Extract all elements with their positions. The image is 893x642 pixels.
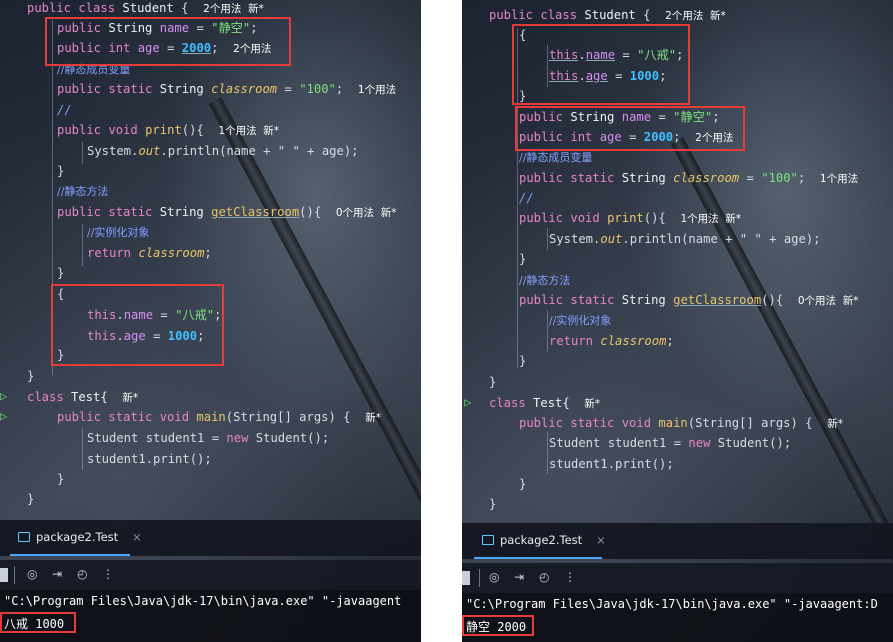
run-gutter-icon[interactable]: ▷ [0,409,7,423]
code-line: public class Student { 2个用法 新* [489,8,726,22]
code-line: public static String classroom = "100"; … [519,171,859,185]
code-line: public static String classroom = "100"; … [57,82,397,96]
code-line: //静态方法 [57,185,109,198]
code-line: System.out.println(name + " " + age); [87,144,359,158]
code-line: } [519,477,527,491]
usage-hint: 新* [365,412,381,424]
code-line: public static String getClassroom(){ 0个用… [519,293,859,307]
code-line: // [519,191,534,205]
console-toolbar: ◎ ⇥ ◴ ⋮ [462,563,893,593]
highlight-box-init-block [512,24,690,105]
more-icon[interactable]: ⋮ [102,567,114,581]
usage-hint: 1个用法 [819,173,859,185]
active-tab-indicator [474,557,602,559]
run-gutter-icon[interactable]: ▷ [0,389,7,403]
code-line: public void print(){ 1个用法 新* [57,123,280,137]
usage-hint: 2个用法 新* [203,3,264,15]
background-blade [208,97,421,563]
console-icon [482,535,494,545]
highlight-box-init-block [51,284,224,366]
code-line: System.out.println(name + " " + age); [549,232,821,246]
highlight-box-output [462,615,534,636]
code-line: public static void main(String[] args) {… [519,416,843,430]
indent-guide [547,432,548,474]
indent-guide [547,228,548,250]
tab-package2-test[interactable]: package2.Test × [18,530,142,544]
inspect-icon[interactable]: ◴ [77,567,87,581]
console-icon [18,532,30,542]
code-line: } [57,164,65,178]
camera-icon[interactable]: ◎ [489,570,499,584]
highlight-box-output [0,612,76,633]
code-line: student1.print(); [549,457,674,471]
code-line: public static void main(String[] args) {… [57,410,381,424]
stop-icon[interactable] [0,568,8,582]
usage-hint: 0个用法 新* [335,207,397,219]
indent-guide [82,428,83,470]
code-line: } [27,369,35,383]
stop-icon[interactable] [462,571,470,585]
usage-hint: 1个用法 新* [680,213,742,225]
code-line: } [519,354,527,368]
usage-hint: 新* [827,418,843,430]
code-line: //实例化对象 [87,226,150,239]
code-line: //静态方法 [519,274,571,287]
inspect-icon[interactable]: ◴ [539,570,549,584]
console-toolbar: ◎ ⇥ ◴ ⋮ [0,560,421,590]
editor-panel-left: public class Student { 2个用法 新* public St… [0,0,421,642]
console-command: "C:\Program Files\Java\jdk-17\bin\java.e… [4,594,402,608]
more-icon[interactable]: ⋮ [564,570,576,584]
indent-guide [82,224,83,266]
console-command: "C:\Program Files\Java\jdk-17\bin\java.e… [466,597,878,611]
code-line: return classroom; [87,246,212,260]
indent-guide [82,142,83,164]
code-line: student1.print(); [87,452,212,466]
code-line: class Test{ 新* [27,390,139,404]
editor-panel-right: public class Student { 2个用法 新* { this.na… [462,0,893,642]
toolbar-divider [14,566,15,584]
run-tab-bar: package2.Test × [462,523,893,559]
code-line: Student student1 = new Student(); [87,431,330,445]
code-line: //实例化对象 [549,314,612,327]
indent-guide [547,310,548,352]
usage-hint: 新* [122,392,139,404]
code-line: } [489,375,497,389]
camera-icon[interactable]: ◎ [27,567,37,581]
code-line: // [57,103,72,117]
console-output[interactable]: "C:\Program Files\Java\jdk-17\bin\java.e… [462,593,893,642]
code-line: } [27,492,35,506]
toolbar-divider [479,569,480,587]
highlight-box-fields [45,17,291,66]
exit-icon[interactable]: ⇥ [514,570,524,584]
code-line: return classroom; [549,334,674,348]
active-tab-indicator [10,554,130,556]
code-line: class Test{ 新* [489,396,601,410]
highlight-box-fields [515,106,745,151]
code-line: } [519,252,527,266]
code-line: } [489,497,497,511]
usage-hint: 新* [584,398,601,410]
usage-hint: 2个用法 新* [665,10,726,22]
usage-hint: 1个用法 [357,84,397,96]
usage-hint: 1个用法 新* [218,125,280,137]
exit-icon[interactable]: ⇥ [52,567,62,581]
console-output[interactable]: "C:\Program Files\Java\jdk-17\bin\java.e… [0,590,421,642]
code-line: Student student1 = new Student(); [549,436,792,450]
tab-package2-test[interactable]: package2.Test × [482,533,606,547]
code-line: public class Student { 2个用法 新* [27,1,264,15]
run-tab-bar: package2.Test × [0,520,421,556]
code-line: } [57,266,65,280]
code-line: public void print(){ 1个用法 新* [519,211,742,225]
code-line: public static String getClassroom(){ 0个用… [57,205,397,219]
close-icon[interactable]: × [132,530,142,544]
code-line: } [57,472,65,486]
close-icon[interactable]: × [596,533,606,547]
usage-hint: 0个用法 新* [797,295,859,307]
run-gutter-icon[interactable]: ▷ [464,395,471,409]
